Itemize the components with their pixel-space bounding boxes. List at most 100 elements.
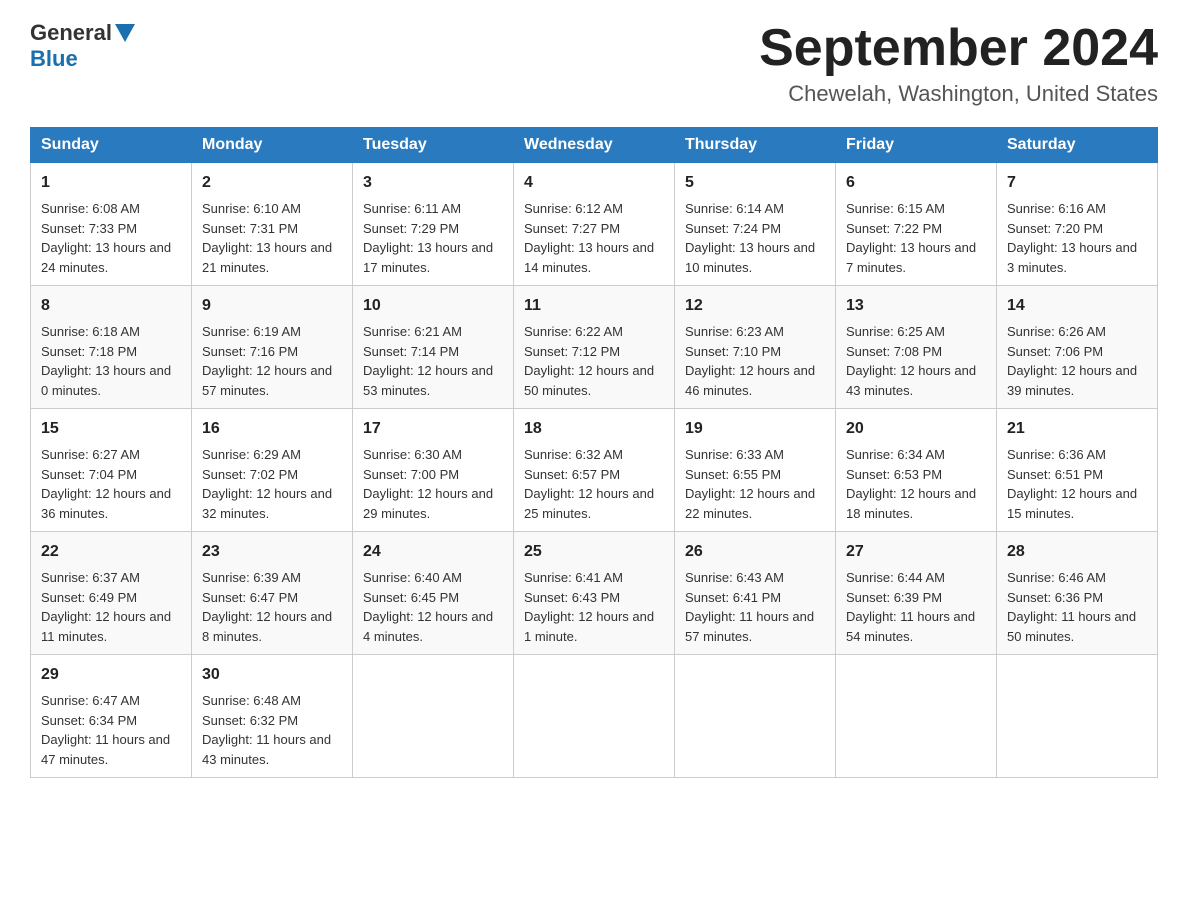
calendar-cell: 11 Sunrise: 6:22 AMSunset: 7:12 PMDayligh… [514,286,675,409]
calendar-cell: 12Sunrise: 6:23 AMSunset: 7:10 PMDayligh… [675,286,836,409]
day-number: 9 [202,294,342,318]
calendar-cell: 23 Sunrise: 6:39 AMSunset: 6:47 PMDayligh… [192,532,353,655]
day-info: Sunrise: 6:11 AMSunset: 7:29 PMDaylight:… [363,201,493,275]
title-block: September 2024 Chewelah, Washington, Uni… [759,20,1158,107]
calendar-week-row: 22 Sunrise: 6:37 AMSunset: 6:49 PMDayligh… [31,532,1158,655]
day-info: Sunrise: 6:46 AMSunset: 6:36 PMDaylight:… [1007,570,1136,644]
column-header-wednesday: Wednesday [514,128,675,163]
calendar-cell: 25 Sunrise: 6:41 AMSunset: 6:43 PMDayligh… [514,532,675,655]
calendar-header-row: SundayMondayTuesdayWednesdayThursdayFrid… [31,128,1158,163]
day-info: Sunrise: 6:18 AMSunset: 7:18 PMDaylight:… [41,324,171,398]
day-number: 22 [41,540,181,564]
calendar-cell: 1 Sunrise: 6:08 AMSunset: 7:33 PMDaylight… [31,163,192,286]
column-header-friday: Friday [836,128,997,163]
day-info: Sunrise: 6:19 AMSunset: 7:16 PMDaylight:… [202,324,332,398]
day-info: Sunrise: 6:39 AMSunset: 6:47 PMDaylight:… [202,570,332,644]
calendar-cell: 20 Sunrise: 6:34 AMSunset: 6:53 PMDayligh… [836,409,997,532]
day-info: Sunrise: 6:16 AMSunset: 7:20 PMDaylight:… [1007,201,1137,275]
day-number: 26 [685,540,825,564]
calendar-cell: 8 Sunrise: 6:18 AMSunset: 7:18 PMDaylight… [31,286,192,409]
day-info: Sunrise: 6:27 AMSunset: 7:04 PMDaylight:… [41,447,171,521]
day-info: Sunrise: 6:12 AMSunset: 7:27 PMDaylight:… [524,201,654,275]
calendar-week-row: 8 Sunrise: 6:18 AMSunset: 7:18 PMDaylight… [31,286,1158,409]
day-number: 23 [202,540,342,564]
day-number: 28 [1007,540,1147,564]
day-info: Sunrise: 6:33 AMSunset: 6:55 PMDaylight:… [685,447,815,521]
day-info: Sunrise: 6:40 AMSunset: 6:45 PMDaylight:… [363,570,493,644]
day-number: 3 [363,171,503,195]
month-title: September 2024 [759,20,1158,77]
calendar-cell: 30 Sunrise: 6:48 AMSunset: 6:32 PMDayligh… [192,655,353,778]
calendar-cell: 28 Sunrise: 6:46 AMSunset: 6:36 PMDayligh… [997,532,1158,655]
day-number: 1 [41,171,181,195]
day-info: Sunrise: 6:48 AMSunset: 6:32 PMDaylight:… [202,693,331,767]
calendar-week-row: 1 Sunrise: 6:08 AMSunset: 7:33 PMDaylight… [31,163,1158,286]
day-number: 4 [524,171,664,195]
calendar-cell [836,655,997,778]
calendar-cell: 16 Sunrise: 6:29 AMSunset: 7:02 PMDayligh… [192,409,353,532]
calendar-cell: 19 Sunrise: 6:33 AMSunset: 6:55 PMDayligh… [675,409,836,532]
day-number: 27 [846,540,986,564]
calendar-cell: 6 Sunrise: 6:15 AMSunset: 7:22 PMDaylight… [836,163,997,286]
calendar-cell [353,655,514,778]
day-number: 14 [1007,294,1147,318]
column-header-sunday: Sunday [31,128,192,163]
calendar-cell: 17Sunrise: 6:30 AMSunset: 7:00 PMDayligh… [353,409,514,532]
calendar-week-row: 15Sunrise: 6:27 AMSunset: 7:04 PMDayligh… [31,409,1158,532]
day-number: 13 [846,294,986,318]
day-number: 6 [846,171,986,195]
day-number: 16 [202,417,342,441]
day-number: 17 [363,417,503,441]
day-info: Sunrise: 6:22 AMSunset: 7:12 PMDaylight:… [524,324,654,398]
calendar-cell [514,655,675,778]
column-header-thursday: Thursday [675,128,836,163]
calendar-cell: 3 Sunrise: 6:11 AMSunset: 7:29 PMDaylight… [353,163,514,286]
day-number: 12 [685,294,825,318]
calendar-cell: 4 Sunrise: 6:12 AMSunset: 7:27 PMDaylight… [514,163,675,286]
logo-blue-text: Blue [30,46,78,72]
calendar-cell [997,655,1158,778]
calendar-cell: 27 Sunrise: 6:44 AMSunset: 6:39 PMDayligh… [836,532,997,655]
day-info: Sunrise: 6:25 AMSunset: 7:08 PMDaylight:… [846,324,976,398]
day-info: Sunrise: 6:47 AMSunset: 6:34 PMDaylight:… [41,693,170,767]
calendar-cell: 14 Sunrise: 6:26 AMSunset: 7:06 PMDayligh… [997,286,1158,409]
day-info: Sunrise: 6:10 AMSunset: 7:31 PMDaylight:… [202,201,332,275]
day-info: Sunrise: 6:41 AMSunset: 6:43 PMDaylight:… [524,570,654,644]
page-header: General Blue September 2024 Chewelah, Wa… [30,20,1158,107]
day-number: 8 [41,294,181,318]
column-header-monday: Monday [192,128,353,163]
day-number: 24 [363,540,503,564]
calendar-cell: 26 Sunrise: 6:43 AMSunset: 6:41 PMDayligh… [675,532,836,655]
day-info: Sunrise: 6:14 AMSunset: 7:24 PMDaylight:… [685,201,815,275]
day-number: 5 [685,171,825,195]
calendar-cell: 22 Sunrise: 6:37 AMSunset: 6:49 PMDayligh… [31,532,192,655]
day-number: 18 [524,417,664,441]
day-number: 25 [524,540,664,564]
day-info: Sunrise: 6:26 AMSunset: 7:06 PMDaylight:… [1007,324,1137,398]
calendar-cell: 7Sunrise: 6:16 AMSunset: 7:20 PMDaylight… [997,163,1158,286]
calendar-cell: 29Sunrise: 6:47 AMSunset: 6:34 PMDayligh… [31,655,192,778]
day-number: 19 [685,417,825,441]
logo-general-text: General [30,20,112,46]
day-number: 10 [363,294,503,318]
calendar-cell: 15Sunrise: 6:27 AMSunset: 7:04 PMDayligh… [31,409,192,532]
day-info: Sunrise: 6:08 AMSunset: 7:33 PMDaylight:… [41,201,171,275]
logo: General Blue [30,20,138,72]
day-info: Sunrise: 6:15 AMSunset: 7:22 PMDaylight:… [846,201,976,275]
day-info: Sunrise: 6:29 AMSunset: 7:02 PMDaylight:… [202,447,332,521]
day-number: 20 [846,417,986,441]
day-info: Sunrise: 6:36 AMSunset: 6:51 PMDaylight:… [1007,447,1137,521]
day-number: 11 [524,294,664,318]
day-info: Sunrise: 6:34 AMSunset: 6:53 PMDaylight:… [846,447,976,521]
calendar-cell: 18 Sunrise: 6:32 AMSunset: 6:57 PMDayligh… [514,409,675,532]
day-info: Sunrise: 6:44 AMSunset: 6:39 PMDaylight:… [846,570,975,644]
day-info: Sunrise: 6:43 AMSunset: 6:41 PMDaylight:… [685,570,814,644]
day-info: Sunrise: 6:32 AMSunset: 6:57 PMDaylight:… [524,447,654,521]
day-number: 30 [202,663,342,687]
day-info: Sunrise: 6:37 AMSunset: 6:49 PMDaylight:… [41,570,171,644]
calendar-cell: 10Sunrise: 6:21 AMSunset: 7:14 PMDayligh… [353,286,514,409]
calendar-cell: 2Sunrise: 6:10 AMSunset: 7:31 PMDaylight… [192,163,353,286]
column-header-saturday: Saturday [997,128,1158,163]
calendar-cell: 9 Sunrise: 6:19 AMSunset: 7:16 PMDaylight… [192,286,353,409]
day-number: 21 [1007,417,1147,441]
